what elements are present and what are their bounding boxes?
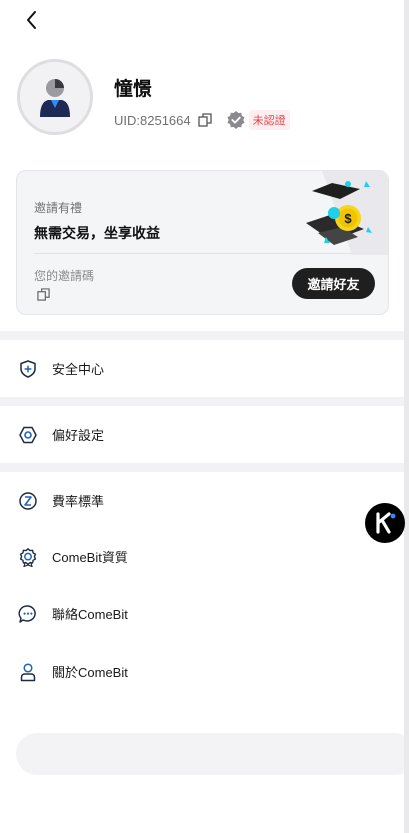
coin-illustration-icon: $ — [306, 171, 388, 255]
chat-icon — [18, 604, 36, 623]
percent-icon — [19, 491, 37, 510]
menu-item-comebit-qualification[interactable]: ComeBit資質 — [0, 528, 404, 585]
svg-text:$: $ — [344, 211, 352, 226]
invite-friends-button[interactable]: 邀請好友 — [292, 268, 375, 299]
back-arrow-icon[interactable] — [20, 8, 44, 32]
section-separator — [0, 397, 404, 406]
invite-card: 邀請有禮 無需交易，坐享收益 您的邀請碼 邀請好友 $ — [16, 170, 389, 315]
user-name: 憧憬 — [114, 79, 153, 100]
verified-seal-icon — [227, 111, 245, 129]
k-logo-icon — [376, 512, 396, 534]
avatar[interactable] — [17, 59, 93, 135]
menu-item-label: ComeBit資質 — [52, 550, 128, 565]
menu-item-label: 聯絡ComeBit — [52, 607, 128, 622]
verification-badge[interactable]: 未認證 — [226, 110, 290, 130]
bottom-action-bar[interactable] — [16, 733, 409, 775]
shield-icon — [20, 359, 36, 378]
menu-item-label: 費率標準 — [52, 494, 105, 509]
person-icon — [20, 662, 36, 681]
copy-invite-code-icon[interactable] — [37, 288, 50, 301]
section-separator — [0, 331, 404, 340]
uid-text: UID:8251664 — [114, 112, 191, 128]
floating-k-button[interactable] — [365, 503, 405, 543]
invite-slogan: 無需交易，坐享收益 — [34, 225, 160, 241]
invite-title: 邀請有禮 — [34, 201, 83, 215]
certificate-icon — [19, 547, 37, 567]
section-separator — [0, 463, 404, 472]
menu-item-label: 安全中心 — [52, 362, 105, 377]
menu-item-preferences[interactable]: 偏好設定 — [0, 406, 404, 463]
verification-status: 未認證 — [248, 110, 290, 130]
settings-hexagon-icon — [19, 426, 37, 443]
invite-code-label: 您的邀請碼 — [34, 269, 95, 283]
menu-item-label: 關於ComeBit — [52, 665, 128, 680]
user-avatar-icon — [40, 79, 70, 117]
menu-item-fee-standard[interactable]: 費率標準 — [0, 472, 404, 529]
window-edge — [404, 0, 409, 833]
profile-panel: 憧憬 UID:8251664 未認證 邀請有禮 無需交易，坐享收益 您的邀請碼 … — [0, 0, 409, 833]
menu-item-security-center[interactable]: 安全中心 — [0, 340, 404, 397]
copy-icon[interactable] — [197, 113, 212, 127]
menu-item-label: 偏好設定 — [52, 428, 105, 443]
menu-item-contact-comebit[interactable]: 聯絡ComeBit — [0, 585, 404, 642]
menu-item-about-comebit[interactable]: 關於ComeBit — [0, 643, 404, 700]
uid-row: UID:8251664 未認證 — [114, 110, 290, 130]
